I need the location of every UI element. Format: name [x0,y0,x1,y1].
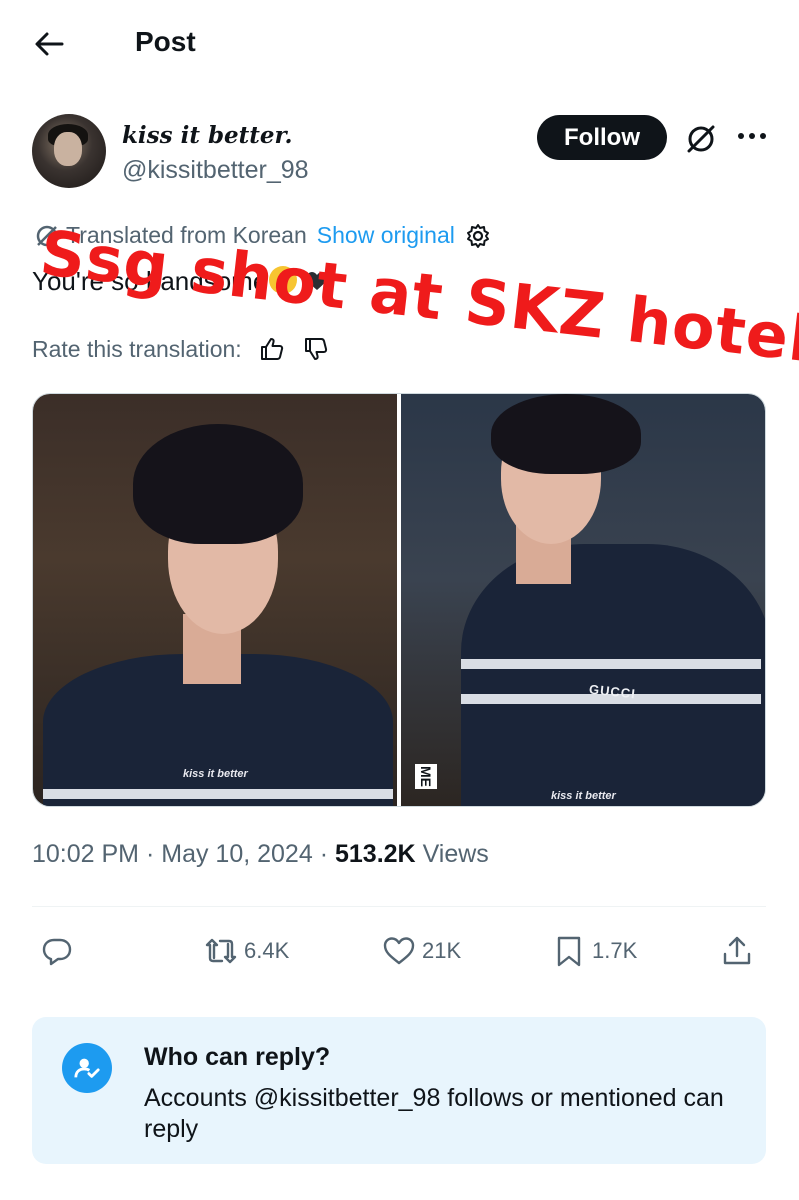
reply-button[interactable] [40,928,80,974]
like-button[interactable]: 21K [382,928,461,974]
top-app-bar: Post [0,0,799,90]
translation-label: Translated from Korean [66,222,307,248]
retweet-icon [205,938,237,964]
bookmark-icon [557,936,581,967]
photo-1[interactable]: kiss it better [33,394,397,806]
photo-2-side-label: ME [415,764,437,789]
author-handle[interactable]: @kissitbetter_98 [122,156,309,185]
rate-translation: Rate this translation: [32,335,330,363]
author-display-name[interactable]: kiss it better. [122,122,293,149]
photo-1-caption: kiss it better [183,768,248,780]
tweet-text: You're so handsome [32,266,329,297]
back-arrow-icon[interactable] [34,30,64,58]
meta-separator: · [145,840,155,868]
divider [32,906,766,907]
black-heart-icon [306,272,327,290]
photo-2-caption: kiss it better [551,790,616,802]
share-icon [723,936,751,965]
user-check-icon [62,1043,112,1093]
laughing-emoji-icon [269,266,298,294]
reply-restriction-card: Who can reply? Accounts @kissitbetter_98… [32,1017,766,1164]
rate-label: Rate this translation: [32,335,242,362]
translation-notice: Translated from Korean Show original [34,222,491,249]
action-bar: 6.4K 21K 1.7K [32,928,766,974]
meta-separator: · [319,840,329,868]
like-count: 21K [422,938,462,963]
gear-icon[interactable] [465,223,491,249]
media-grid: kiss it better GUCCI kiss it better ME [32,393,766,807]
show-original-link[interactable]: Show original [317,222,455,249]
retweet-button[interactable]: 6.4K [204,928,289,974]
more-options-icon[interactable] [737,126,767,146]
reply-description: Accounts @kissitbetter_98 follows or men… [144,1084,724,1143]
photo-2[interactable]: GUCCI kiss it better ME [401,394,765,806]
views-count[interactable]: 513.2K [335,840,416,868]
heart-icon [383,937,415,965]
thumbs-down-icon[interactable] [302,335,330,363]
share-button[interactable] [720,928,760,974]
translate-icon [36,225,58,246]
retweet-count: 6.4K [244,938,290,963]
follow-button[interactable]: Follow [537,115,667,160]
page-title: Post [135,26,196,57]
bookmark-count: 1.7K [592,938,638,963]
post-metadata: 10:02 PM · May 10, 2024 · 513.2K Views [32,840,489,869]
views-label: Views [422,840,489,868]
reply-icon [42,938,72,966]
post-author: kiss it better. @kissitbetter_98 Follow [32,114,772,194]
bookmark-button[interactable]: 1.7K [552,928,637,974]
post-date: May 10, 2024 [161,840,313,868]
tweet-body: You're so handsome [32,266,268,296]
reply-title: Who can reply? [144,1043,331,1071]
thumbs-up-icon[interactable] [258,335,286,363]
grok-icon[interactable] [684,122,718,156]
avatar[interactable] [32,114,106,188]
post-time: 10:02 PM [32,840,140,868]
